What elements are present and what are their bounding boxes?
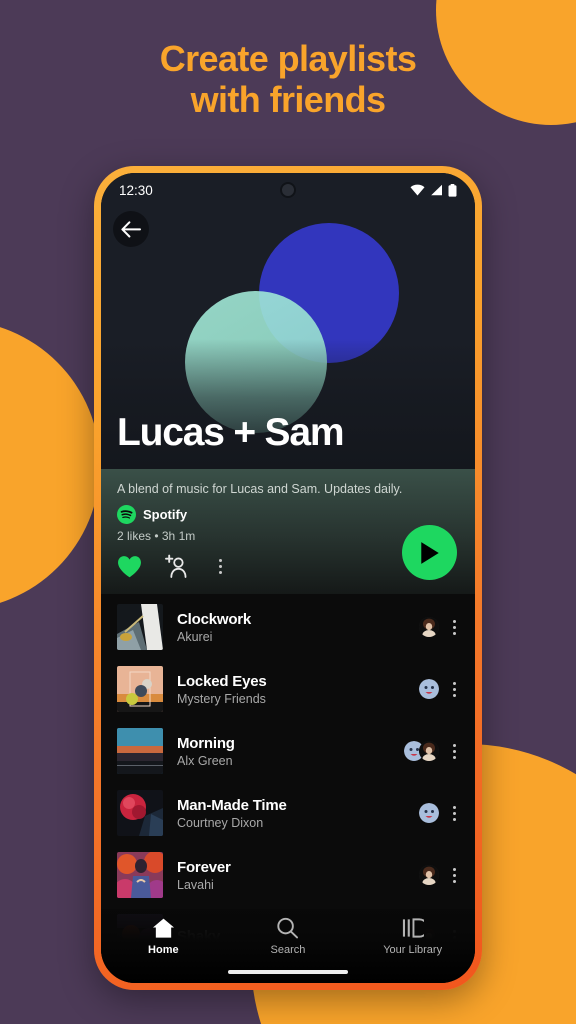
- wifi-icon: [410, 184, 425, 196]
- avatar-person-curly: [419, 865, 439, 885]
- avatar-blue-face: [419, 679, 439, 699]
- track-actions: [419, 803, 461, 823]
- track-avatars: [419, 617, 439, 637]
- cellular-signal-icon: [431, 184, 442, 196]
- headline-line-2: with friends: [190, 79, 386, 121]
- status-icons: [410, 183, 457, 197]
- track-actions: [404, 741, 461, 761]
- track-more-icon[interactable]: [447, 805, 461, 821]
- track-more-icon[interactable]: [447, 867, 461, 883]
- track-avatars: [419, 803, 439, 823]
- library-icon: [403, 918, 425, 938]
- track-actions: [419, 679, 461, 699]
- album-art: [117, 852, 163, 898]
- avatar-person-curly: [419, 741, 439, 761]
- track-title: Man-Made Time: [177, 796, 287, 814]
- album-art: [117, 604, 163, 650]
- table-row[interactable]: Morning Alx Green: [101, 720, 475, 782]
- playlist-meta: A blend of music for Lucas and Sam. Upda…: [101, 469, 475, 594]
- avatar-blue-face: [419, 803, 439, 823]
- track-artist: Mystery Friends: [177, 691, 266, 706]
- nav-item-your-library[interactable]: Your Library: [351, 917, 474, 956]
- track-more-icon[interactable]: [447, 619, 461, 635]
- more-options-icon[interactable]: [211, 558, 229, 574]
- phone-screen: 12:30 Lucas + Sam A blend of music for L…: [101, 173, 475, 983]
- track-avatars: [404, 741, 439, 761]
- nav-label-your-library: Your Library: [383, 944, 443, 956]
- table-row[interactable]: Locked Eyes Mystery Friends: [101, 658, 475, 720]
- table-row[interactable]: Man-Made Time Courtney Dixon: [101, 782, 475, 844]
- track-info: Morning Alx Green: [177, 735, 404, 768]
- track-actions: [419, 865, 461, 885]
- battery-icon: [448, 183, 457, 197]
- playlist-owner-name: Spotify: [143, 507, 188, 522]
- nav-item-search[interactable]: Search: [226, 917, 349, 956]
- track-title: Forever: [177, 858, 231, 876]
- back-arrow-icon: [121, 220, 141, 237]
- track-info: Locked Eyes Mystery Friends: [177, 673, 419, 706]
- album-art: [117, 666, 163, 712]
- track-artist: Courtney Dixon: [177, 815, 264, 830]
- phone-frame: 12:30 Lucas + Sam A blend of music for L…: [94, 166, 482, 990]
- album-art: [117, 790, 163, 836]
- track-info: Forever Lavahi: [177, 859, 419, 892]
- track-artist: Lavahi: [177, 877, 214, 892]
- track-artist: Alx Green: [177, 753, 233, 768]
- playlist-title: Lucas + Sam: [117, 411, 345, 454]
- track-actions: [419, 617, 461, 637]
- playlist-hero: 12:30 Lucas + Sam: [101, 173, 475, 469]
- bottom-navigation: Home Search Your Library: [101, 909, 475, 983]
- track-more-icon[interactable]: [447, 681, 461, 697]
- album-art: [117, 728, 163, 774]
- track-info: Clockwork Akurei: [177, 611, 419, 644]
- home-icon: [152, 918, 174, 938]
- track-title: Morning: [177, 734, 235, 752]
- decorative-circle-left: [0, 320, 100, 610]
- track-avatars: [419, 865, 439, 885]
- nav-label-home: Home: [148, 944, 179, 956]
- back-button[interactable]: [113, 211, 149, 247]
- track-title: Locked Eyes: [177, 672, 267, 690]
- like-heart-icon[interactable]: [117, 555, 142, 578]
- avatar-person-curly: [419, 617, 439, 637]
- track-avatars: [419, 679, 439, 699]
- table-row[interactable]: Clockwork Akurei: [101, 596, 475, 658]
- nav-item-home[interactable]: Home: [102, 917, 225, 956]
- search-icon: [277, 917, 299, 939]
- play-icon: [420, 541, 439, 564]
- promo-headline: Create playlists with friends: [0, 38, 576, 121]
- play-button[interactable]: [402, 525, 457, 580]
- cover-circle-blue: [259, 223, 399, 363]
- nav-label-search: Search: [270, 944, 306, 956]
- track-more-icon[interactable]: [447, 743, 461, 759]
- track-title: Clockwork: [177, 610, 252, 628]
- promo-screenshot: Create playlists with friends 12:30 Luca…: [0, 0, 576, 1024]
- camera-punch-hole: [280, 182, 296, 198]
- headline-line-1: Create playlists: [159, 38, 417, 79]
- table-row[interactable]: Forever Lavahi: [101, 844, 475, 906]
- playlist-owner-row[interactable]: Spotify: [117, 505, 459, 524]
- spotify-logo-icon: [117, 505, 136, 524]
- home-indicator: [228, 970, 348, 974]
- track-info: Man-Made Time Courtney Dixon: [177, 797, 419, 830]
- playlist-description: A blend of music for Lucas and Sam. Upda…: [117, 482, 403, 496]
- add-person-icon[interactable]: [164, 554, 189, 578]
- status-clock: 12:30: [119, 182, 153, 198]
- track-artist: Akurei: [177, 629, 213, 644]
